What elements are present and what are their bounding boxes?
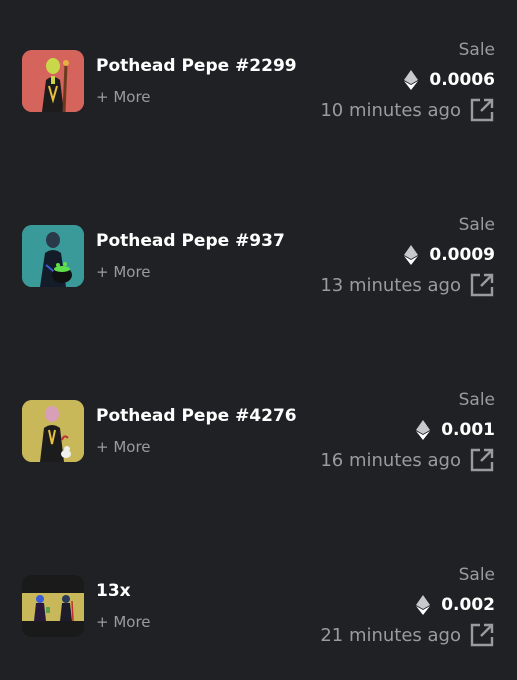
nft-thumbnail[interactable] (22, 575, 84, 637)
timestamp: 21 minutes ago (320, 622, 495, 648)
event-type: Sale (458, 215, 495, 235)
nft-thumbnail[interactable] (22, 225, 84, 287)
external-link-icon[interactable] (469, 447, 495, 473)
ethereum-icon (416, 595, 431, 615)
external-link-icon[interactable] (469, 97, 495, 123)
nft-thumbnail[interactable] (22, 50, 84, 112)
timestamp: 16 minutes ago (320, 447, 495, 473)
timestamp: 10 minutes ago (320, 97, 495, 123)
ethereum-icon (404, 70, 419, 90)
more-link[interactable]: + More (96, 438, 151, 456)
time-ago: 13 minutes ago (320, 274, 461, 296)
nft-thumbnail[interactable] (22, 400, 84, 462)
external-link-icon[interactable] (469, 272, 495, 298)
activity-row[interactable]: 13x + More Sale 0.002 21 minutes ago (0, 555, 517, 655)
price-value: 0.002 (441, 595, 495, 615)
sale-price: 0.0009 (404, 245, 495, 265)
external-link-icon[interactable] (469, 622, 495, 648)
time-ago: 21 minutes ago (320, 624, 461, 646)
sale-price: 0.001 (416, 420, 495, 440)
time-ago: 16 minutes ago (320, 449, 461, 471)
activity-row[interactable]: Pothead Pepe #2299 + More Sale 0.0006 10… (0, 30, 517, 130)
activity-row[interactable]: Pothead Pepe #4276 + More Sale 0.001 16 … (0, 380, 517, 480)
event-type: Sale (458, 390, 495, 410)
event-type: Sale (458, 565, 495, 585)
more-link[interactable]: + More (96, 263, 151, 281)
sale-price: 0.002 (416, 595, 495, 615)
ethereum-icon (404, 245, 419, 265)
more-link[interactable]: + More (96, 88, 151, 106)
ethereum-icon (416, 420, 431, 440)
price-value: 0.0009 (429, 245, 495, 265)
more-link[interactable]: + More (96, 613, 151, 631)
timestamp: 13 minutes ago (320, 272, 495, 298)
nft-name[interactable]: Pothead Pepe #4276 (96, 406, 297, 426)
activity-list: Pothead Pepe #2299 + More Sale 0.0006 10… (0, 0, 517, 680)
nft-name[interactable]: Pothead Pepe #2299 (96, 56, 297, 76)
event-type: Sale (458, 40, 495, 60)
activity-row[interactable]: Pothead Pepe #937 + More Sale 0.0009 13 … (0, 205, 517, 305)
time-ago: 10 minutes ago (320, 99, 461, 121)
price-value: 0.001 (441, 420, 495, 440)
nft-name[interactable]: 13x (96, 581, 131, 601)
nft-name[interactable]: Pothead Pepe #937 (96, 231, 285, 251)
sale-price: 0.0006 (404, 70, 495, 90)
price-value: 0.0006 (429, 70, 495, 90)
